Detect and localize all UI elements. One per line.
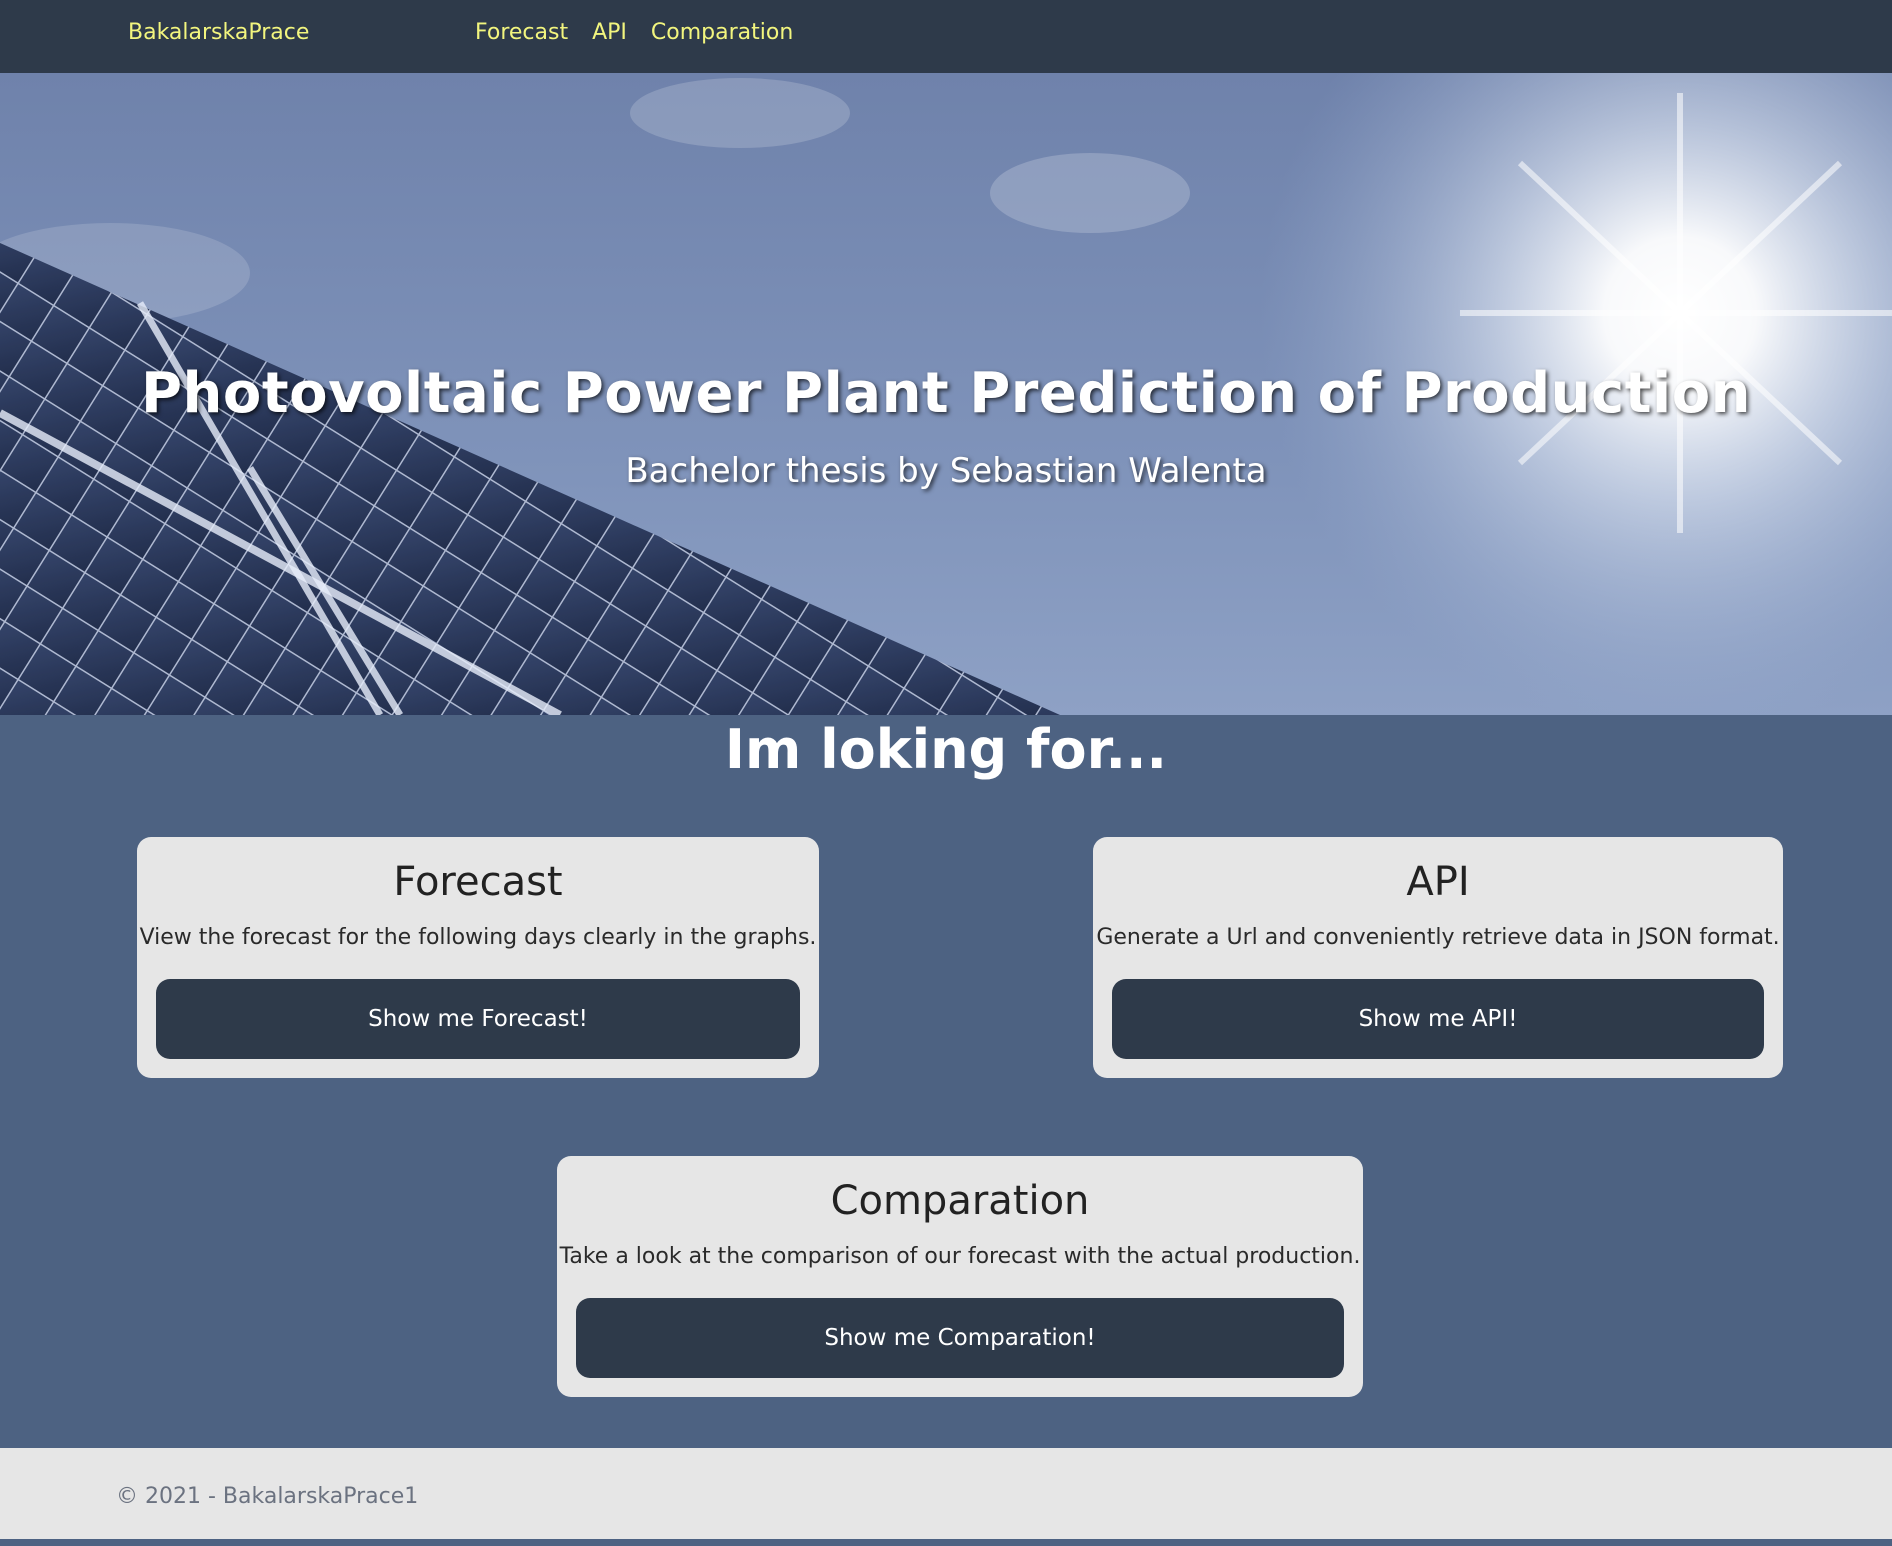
section-heading: Im loking for... <box>724 718 1168 781</box>
forecast-card: Forecast View the forecast for the follo… <box>137 837 819 1078</box>
show-comparation-button[interactable]: Show me Comparation! <box>576 1298 1344 1378</box>
card-description: View the forecast for the following days… <box>139 925 817 950</box>
api-card: API Generate a Url and conveniently retr… <box>1093 837 1783 1078</box>
card-title: Comparation <box>830 1178 1090 1224</box>
nav-link-forecast[interactable]: Forecast <box>475 0 568 66</box>
card-description: Generate a Url and conveniently retrieve… <box>1096 925 1780 950</box>
comparation-card: Comparation Take a look at the compariso… <box>557 1156 1363 1397</box>
footer: © 2021 - BakalarskaPrace1 <box>0 1448 1892 1539</box>
card-title: API <box>1406 859 1470 905</box>
show-api-button[interactable]: Show me API! <box>1112 979 1764 1059</box>
card-description: Take a look at the comparison of our for… <box>559 1244 1361 1269</box>
hero-title: Photovoltaic Power Plant Prediction of P… <box>140 361 1752 426</box>
footer-copyright: © 2021 - BakalarskaPrace1 <box>116 1484 419 1509</box>
nav-link-comparation[interactable]: Comparation <box>651 0 793 66</box>
hero-banner: Photovoltaic Power Plant Prediction of P… <box>0 73 1892 715</box>
navbar: BakalarskaPrace Forecast API Comparation <box>0 0 1892 73</box>
hero-subtitle: Bachelor thesis by Sebastian Walenta <box>625 451 1267 491</box>
nav-links: Forecast API Comparation <box>475 0 793 66</box>
brand-link[interactable]: BakalarskaPrace <box>128 0 309 66</box>
show-forecast-button[interactable]: Show me Forecast! <box>156 979 800 1059</box>
card-title: Forecast <box>393 859 563 905</box>
nav-link-api[interactable]: API <box>592 0 627 66</box>
